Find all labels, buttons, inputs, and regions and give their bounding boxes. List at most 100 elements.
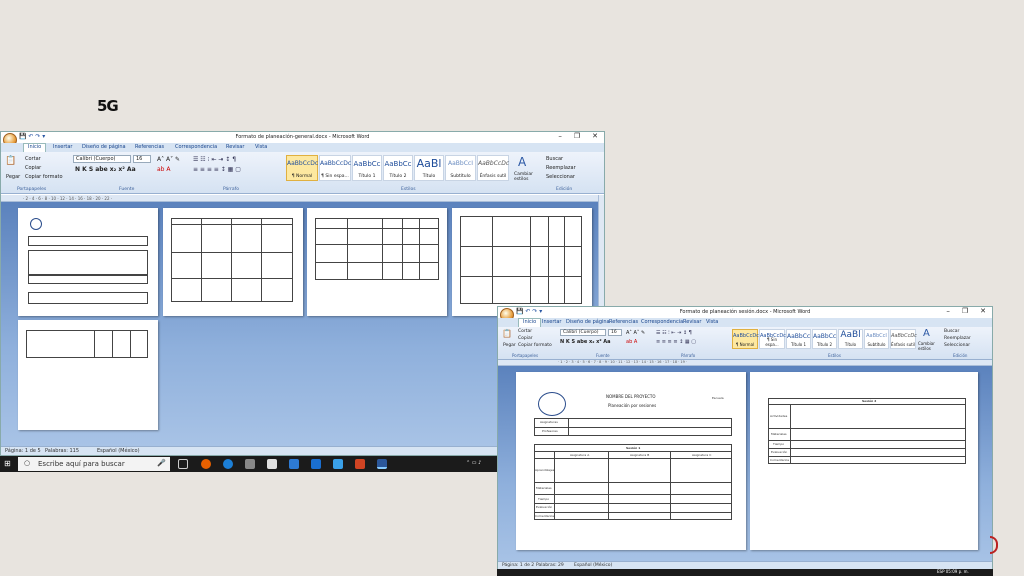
alignment-buttons[interactable]: ≡ ≡ ≡ ≡ ↕ ▦ ▢ <box>656 339 696 345</box>
grow-font-icon[interactable]: A˄ A˅ ✎ <box>157 156 180 163</box>
photos-icon[interactable] <box>333 459 343 469</box>
task-view-icon[interactable] <box>178 459 188 469</box>
paste-icon[interactable]: 📋 <box>502 329 512 338</box>
tab-correspondencia[interactable]: Correspondencia <box>175 144 217 150</box>
font-size-select[interactable]: 16 <box>133 155 151 163</box>
tab-vista[interactable]: Vista <box>706 319 718 325</box>
copy-button[interactable]: Copiar <box>518 336 533 341</box>
list-buttons[interactable]: ☰ ☷ ⁝ ⇤ ⇥ ↕ ¶ <box>193 156 236 163</box>
tab-diseno[interactable]: Diseño de página <box>82 144 126 150</box>
style-no-spacing[interactable]: AaBbCcDc ¶ Sin espa... <box>319 155 351 181</box>
page-thumbnail-4[interactable] <box>452 208 592 316</box>
tab-insertar[interactable]: Insertar <box>542 319 561 325</box>
find-button[interactable]: Buscar <box>944 329 959 334</box>
style-no-spacing[interactable]: AaBbCcDc ¶ Sin espa... <box>759 329 786 349</box>
window-controls[interactable]: – ❐ ✕ <box>934 307 986 315</box>
page-count[interactable]: Página: 1 de 5 <box>5 448 41 454</box>
page-thumbnail-2[interactable] <box>163 208 303 316</box>
bold-italic-underline-buttons[interactable]: N K S abe x₂ x² Aa <box>75 166 136 173</box>
font-size-select[interactable]: 16 <box>608 329 622 336</box>
cut-button[interactable]: Cortar <box>518 329 532 334</box>
style-heading-2[interactable]: AaBbCc Título 2 <box>383 155 413 181</box>
style-heading-1[interactable]: AaBbCc Título 1 <box>786 329 811 349</box>
taskbar-search[interactable]: ○ Escribe aquí para buscar 🎤 <box>18 457 170 471</box>
quick-access-toolbar[interactable]: 💾 ↶ ↷ ▾ <box>516 308 542 315</box>
select-button[interactable]: Seleccionar <box>546 174 575 180</box>
settings-icon[interactable] <box>245 459 255 469</box>
style-normal[interactable]: AaBbCcDc ¶ Normal <box>732 329 759 349</box>
font-color-icon[interactable]: ab A <box>157 166 171 173</box>
tray-time[interactable]: 05:09 p. m. <box>946 569 969 574</box>
page-thumbnail-1[interactable] <box>18 208 158 316</box>
change-styles-icon[interactable]: A <box>923 328 930 339</box>
maximize-icon[interactable]: ❐ <box>962 307 968 315</box>
minimize-icon[interactable]: – <box>946 307 950 315</box>
tab-insertar[interactable]: Insertar <box>53 144 72 150</box>
font-name-select[interactable]: Calibri (Cuerpo) <box>73 155 131 163</box>
tab-inicio[interactable]: Inicio <box>518 318 542 327</box>
replace-button[interactable]: Reemplazar <box>944 336 971 341</box>
session-page-1[interactable]: NOMBRE DEL PROYECTO Planeación por sesio… <box>516 372 746 550</box>
replace-button[interactable]: Reemplazar <box>546 165 576 171</box>
tray-language[interactable]: ESP <box>937 569 944 574</box>
font-color-icon[interactable]: ab A <box>626 339 637 345</box>
style-subtitle[interactable]: AaBbCcI Subtítulo <box>864 329 889 349</box>
firefox-icon[interactable] <box>201 459 211 469</box>
tab-diseno[interactable]: Diseño de página <box>566 319 610 325</box>
horizontal-ruler[interactable]: · 2 · 4 · 6 · 8 · 10 · 12 · 14 · 16 · 18… <box>1 195 604 202</box>
style-heading-1[interactable]: AaBbCc Título 1 <box>352 155 382 181</box>
outlook-icon[interactable] <box>311 459 321 469</box>
style-heading-2[interactable]: AaBbCc Título 2 <box>812 329 837 349</box>
format-painter-button[interactable]: Copiar formato <box>25 174 63 180</box>
minimize-icon[interactable]: – <box>558 132 562 140</box>
grow-font-icon[interactable]: A˄ A˅ ✎ <box>626 330 645 336</box>
word-count[interactable]: Palabras: 115 <box>45 448 79 454</box>
style-title[interactable]: AaBl Título <box>414 155 444 181</box>
change-styles-button[interactable]: Cambiar estilos <box>918 341 940 351</box>
tab-referencias[interactable]: Referencias <box>135 144 164 150</box>
app-icon[interactable] <box>289 459 299 469</box>
tray-clock[interactable]: ESP 05:09 p. m. <box>937 569 969 574</box>
store-icon[interactable] <box>267 459 277 469</box>
paste-button[interactable]: Pegar <box>503 343 516 348</box>
style-subtitle[interactable]: AaBbCcI Subtítulo <box>445 155 476 181</box>
tab-inicio[interactable]: Inicio <box>23 143 47 152</box>
select-button[interactable]: Seleccionar <box>944 343 970 348</box>
style-normal[interactable]: AaBbCcDc ¶ Normal <box>286 155 318 181</box>
tab-revisar[interactable]: Revisar <box>226 144 244 150</box>
change-styles-icon[interactable]: A <box>518 155 526 169</box>
find-button[interactable]: Buscar <box>546 156 563 162</box>
word-count[interactable]: Palabras: 29 <box>536 563 564 568</box>
format-painter-button[interactable]: Copiar formato <box>518 343 552 348</box>
tab-vista[interactable]: Vista <box>255 144 267 150</box>
system-tray[interactable]: ⌃ ▭ ♪ <box>466 460 481 466</box>
style-title[interactable]: AaBl Título <box>838 329 863 349</box>
word-icon[interactable] <box>377 459 387 469</box>
copy-button[interactable]: Copiar <box>25 165 41 171</box>
alignment-buttons[interactable]: ≡ ≡ ≡ ≡ ↕ ▦ ▢ <box>193 166 241 173</box>
edge-icon[interactable] <box>223 459 233 469</box>
tab-correspondencia[interactable]: Correspondencia <box>641 319 683 325</box>
font-name-select[interactable]: Calibri (Cuerpo) <box>560 329 606 336</box>
page-thumbnail-5[interactable] <box>18 320 158 430</box>
page-count[interactable]: Página: 1 de 2 <box>502 563 534 568</box>
maximize-icon[interactable]: ❐ <box>574 132 580 140</box>
style-subtle-emphasis[interactable]: AaBbCcDc Énfasis sutil <box>477 155 509 181</box>
cut-button[interactable]: Cortar <box>25 156 41 162</box>
paste-icon[interactable]: 📋 <box>5 156 16 166</box>
powerpoint-icon[interactable] <box>355 459 365 469</box>
tab-revisar[interactable]: Revisar <box>683 319 701 325</box>
session-page-2[interactable]: Sesión 2 Actividades Materiales Tiempo E… <box>750 372 978 550</box>
quick-access-toolbar[interactable]: 💾 ↶ ↷ ▾ <box>19 133 45 140</box>
style-subtle-emphasis[interactable]: AaBbCcDc Énfasis sutil <box>890 329 917 349</box>
list-buttons[interactable]: ☰ ☷ ⁝ ⇤ ⇥ ↕ ¶ <box>656 330 692 336</box>
close-icon[interactable]: ✕ <box>980 307 986 315</box>
tab-referencias[interactable]: Referencias <box>609 319 638 325</box>
close-icon[interactable]: ✕ <box>592 132 598 140</box>
language-status[interactable]: Español (México) <box>574 563 612 568</box>
window-controls[interactable]: – ❐ ✕ <box>546 132 598 140</box>
language-status[interactable]: Español (México) <box>97 448 140 454</box>
bold-italic-underline-buttons[interactable]: N K S abe x₂ x² Aa <box>560 339 611 345</box>
microphone-icon[interactable]: 🎤 <box>157 459 166 467</box>
page-thumbnail-3[interactable] <box>307 208 447 316</box>
